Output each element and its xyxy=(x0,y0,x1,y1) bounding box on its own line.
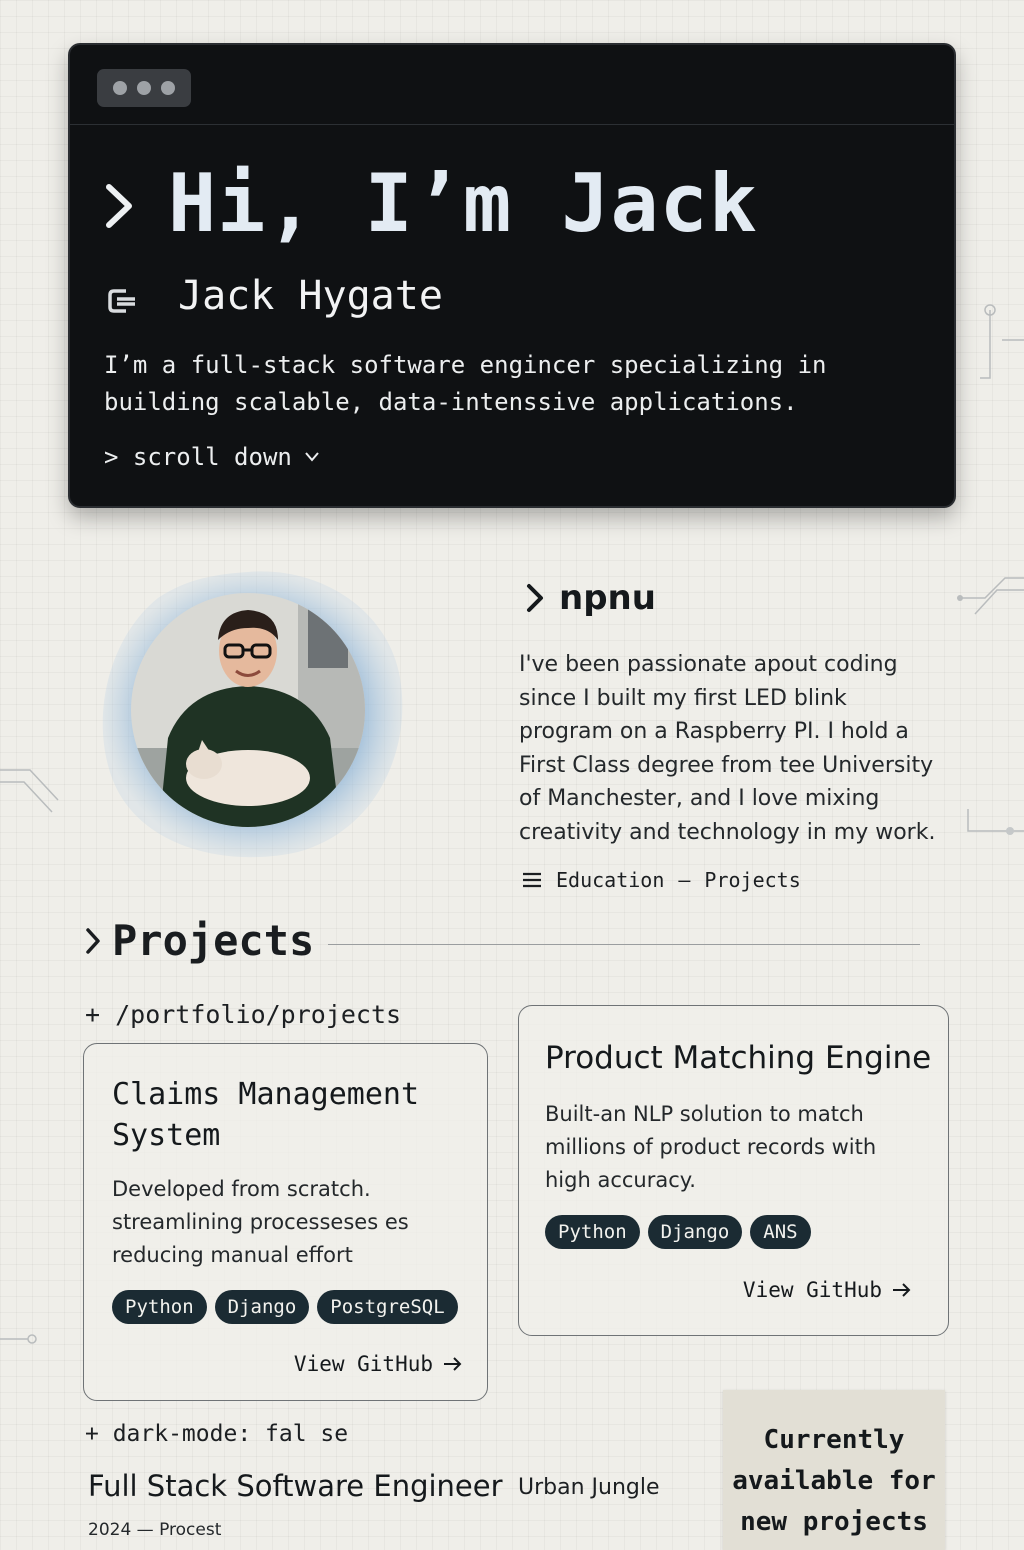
dark-mode-setting[interactable]: + dark-mode: fal se xyxy=(85,1421,348,1447)
project-title: Claims Management System xyxy=(112,1077,420,1153)
tag-django: Django xyxy=(214,1290,310,1324)
scroll-down-link[interactable]: > scroll down xyxy=(104,443,320,471)
experience-dates: 2024 — Procest xyxy=(88,1520,222,1540)
about-title: npnu xyxy=(559,578,656,618)
experience-company: Urban Jungle xyxy=(518,1475,660,1500)
tag-postgresql: PostgreSQL xyxy=(317,1290,458,1324)
scroll-label: > scroll down xyxy=(104,443,292,471)
tag-python: Python xyxy=(545,1215,640,1249)
project-title: Product Matching Engine xyxy=(545,1040,932,1076)
window-dot-1[interactable] xyxy=(113,81,127,95)
view-github-label: View GitHub xyxy=(742,1278,882,1302)
circuit-decoration-right-low xyxy=(967,809,1024,835)
project-description: Built-an NLP solution to match millions … xyxy=(545,1102,877,1192)
window-dot-3[interactable] xyxy=(161,81,175,95)
chevron-right-icon xyxy=(527,584,543,612)
section-divider xyxy=(328,944,920,945)
hero-terminal: Hi, I’m Jack Jack Hygate I’m a full-stac… xyxy=(68,43,956,508)
view-github-label: View GitHub xyxy=(293,1352,433,1376)
chevron-right-icon xyxy=(86,927,100,954)
profile-photo xyxy=(98,568,408,860)
tag-list: Python Django ANS xyxy=(545,1215,811,1249)
view-github-link[interactable]: View GitHub xyxy=(294,1352,463,1376)
circuit-decoration-left-bottom xyxy=(0,1334,37,1344)
chevron-right-icon xyxy=(106,184,132,228)
project-card-product-matching: Product Matching Engine Built-an NLP sol… xyxy=(518,1005,949,1336)
about-links: Education — Projects xyxy=(522,868,801,892)
menu-icon[interactable] xyxy=(522,871,542,889)
availability-note: Currently available for new projects xyxy=(723,1390,945,1550)
view-github-link[interactable]: View GitHub xyxy=(743,1278,912,1302)
about-heading: npnu xyxy=(525,578,656,618)
arrow-right-icon xyxy=(444,1357,462,1371)
window-controls[interactable] xyxy=(97,69,191,107)
hero-description: I’m a full-stack software engincer speci… xyxy=(104,351,827,416)
tag-python: Python xyxy=(112,1290,207,1324)
window-dot-2[interactable] xyxy=(137,81,151,95)
projects-link[interactable]: Projects xyxy=(704,868,800,892)
arrow-right-icon xyxy=(893,1283,911,1297)
projects-path: + /portfolio/projects xyxy=(85,1000,402,1029)
terminal-title-bar xyxy=(70,45,954,125)
circuit-decoration-left xyxy=(0,769,59,813)
terminal-prompt-icon xyxy=(108,289,135,313)
hero-title: Hi, I’m Jack xyxy=(168,157,758,250)
tag-list: Python Django PostgreSQL xyxy=(112,1290,458,1324)
chevron-down-icon xyxy=(305,452,319,462)
project-description: Developed from scratch. streamlining pro… xyxy=(112,1177,409,1267)
full-name: Jack Hygate xyxy=(178,273,443,319)
circuit-decoration-right-mid xyxy=(957,577,1024,615)
tag-django: Django xyxy=(647,1215,743,1249)
projects-heading: Projects xyxy=(84,916,314,965)
project-card-claims: Claims Management System Developed from … xyxy=(83,1043,488,1401)
tag-ans: ANS xyxy=(750,1215,811,1249)
about-text: I've been passionate apout coding since … xyxy=(519,652,936,845)
link-separator: — xyxy=(678,868,691,892)
experience-role: Full Stack Software Engineer xyxy=(88,1469,503,1503)
education-link[interactable]: Education xyxy=(556,868,664,892)
projects-title: Projects xyxy=(112,916,315,965)
